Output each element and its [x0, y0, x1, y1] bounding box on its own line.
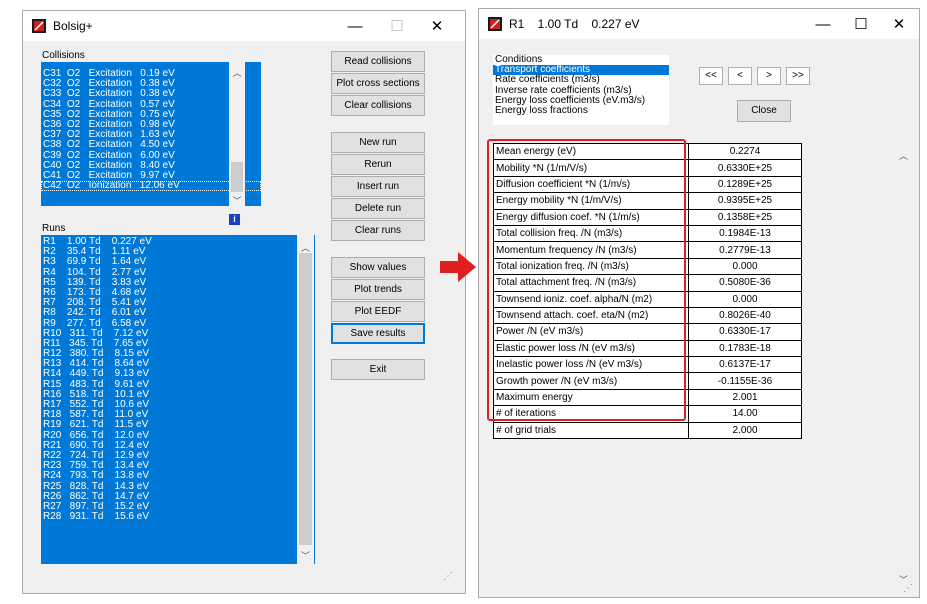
scroll-up-icon[interactable]: ︿	[895, 149, 912, 162]
last-run-button[interactable]: >>	[786, 67, 810, 85]
result-value-cell: 0.1984E-13	[688, 224, 802, 243]
result-value-cell: 0.6137E-17	[688, 356, 802, 374]
highlight-box	[487, 139, 686, 421]
scroll-down-icon[interactable]: ﹀	[229, 194, 245, 207]
title-bar: R1 1.00 Td 0.227 eV — ☐ ✕	[479, 9, 919, 39]
result-value-cell: 2.000	[688, 421, 802, 440]
runs-label: Runs	[42, 223, 66, 234]
exit-button[interactable]: Exit	[331, 359, 425, 380]
window-title: Bolsig+	[53, 19, 93, 33]
next-run-button[interactable]: >	[757, 67, 781, 85]
close-window-button[interactable]: ✕	[423, 14, 451, 38]
resize-grip-icon[interactable]: ⋰	[443, 571, 453, 582]
previous-run-button[interactable]: <	[728, 67, 752, 85]
conditions-list-item[interactable]: Energy loss fractions	[493, 105, 669, 116]
new-run-button[interactable]: New run	[331, 132, 425, 153]
first-run-button[interactable]: <<	[699, 67, 723, 85]
plot-trends-button[interactable]: Plot trends	[331, 279, 425, 300]
result-value-cell: 0.1358E+25	[688, 208, 802, 226]
red-arrow-icon	[440, 252, 476, 282]
result-value-cell: 2.001	[688, 388, 802, 407]
collisions-listbox[interactable]: C31 O2 Excitation 0.19 eV C32 O2 Excitati…	[41, 62, 261, 206]
table-row: # of grid trials 2.000	[493, 421, 802, 440]
read-collisions-button[interactable]: Read collisions	[331, 51, 425, 72]
bolsig-main-window: Bolsig+ — ☐ ✕ Collisions C31 O2 Excitati…	[22, 10, 466, 594]
collision-list-item[interactable]: C38 O2 Excitation 4.50 eV	[41, 140, 261, 150]
collisions-scrollbar[interactable]: ︿ ﹀	[229, 62, 245, 206]
rerun-button[interactable]: Rerun	[331, 154, 425, 175]
bolsig-app-icon	[32, 19, 46, 33]
runs-listbox[interactable]: R1 1.00 Td 0.227 eV R2 35.4 Td 1.11 eV R3 …	[41, 235, 315, 564]
result-value-cell: 14.00	[688, 405, 802, 423]
scroll-up-icon[interactable]: ︿	[229, 66, 245, 79]
resize-grip-icon[interactable]: ⋰	[903, 583, 913, 594]
plot-cross-sections-button[interactable]: Plot cross sections	[331, 73, 425, 94]
save-results-button[interactable]: Save results	[331, 323, 425, 344]
window-title: R1 1.00 Td 0.227 eV	[509, 17, 640, 31]
result-value-cell: 0.1783E-18	[688, 339, 802, 358]
plot-eedf-button[interactable]: Plot EEDF	[331, 301, 425, 322]
result-value-cell: -0.1155E-36	[688, 372, 802, 390]
bolsig-app-icon	[488, 17, 502, 31]
results-scrollbar[interactable]: ︿ ﹀	[895, 141, 912, 593]
maximize-button[interactable]: ☐	[383, 14, 411, 38]
result-value-cell: 0.8026E-40	[688, 306, 802, 325]
show-values-button[interactable]: Show values	[331, 257, 425, 278]
run-list-item[interactable]: R24 793. Td 13.8 eV	[41, 471, 315, 481]
title-bar: Bolsig+ — ☐ ✕	[23, 11, 465, 41]
collisions-label: Collisions	[42, 50, 85, 61]
clear-collisions-button[interactable]: Clear collisions	[331, 95, 425, 116]
run-list-item[interactable]: R28 931. Td 15.6 eV	[41, 511, 315, 522]
scrollbar-thumb[interactable]	[231, 162, 243, 192]
result-value-cell: 0.1289E+25	[688, 175, 802, 194]
runs-scrollbar[interactable]: ︿ ﹀	[297, 235, 314, 564]
result-value-cell: 0.2779E-13	[688, 241, 802, 259]
result-value-cell: 0.2274	[688, 142, 802, 161]
result-value-cell: 0.5080E-36	[688, 274, 802, 292]
insert-run-button[interactable]: Insert run	[331, 176, 425, 197]
result-value-cell: 0.000	[688, 257, 802, 276]
maximize-button[interactable]: ☐	[847, 12, 875, 36]
scrollbar-thumb[interactable]	[299, 253, 312, 545]
close-button[interactable]: Close	[737, 100, 791, 122]
conditions-listbox[interactable]: Conditions Transport coefficients Rate coe…	[493, 54, 669, 125]
scroll-down-icon[interactable]: ﹀	[297, 549, 314, 562]
run-list-item[interactable]: R8 242. Td 6.01 eV	[41, 308, 315, 318]
collision-list-item[interactable]: C42 O2 Ionization 12.06 eV	[41, 180, 261, 192]
minimize-button[interactable]: —	[809, 12, 837, 36]
close-window-button[interactable]: ✕	[885, 12, 913, 36]
clear-runs-button[interactable]: Clear runs	[331, 220, 425, 241]
info-icon[interactable]: i	[229, 214, 240, 225]
minimize-button[interactable]: —	[341, 14, 369, 38]
result-value-cell: 0.000	[688, 290, 802, 308]
result-value-cell: 0.6330E+25	[688, 159, 802, 177]
result-value-cell: 0.9395E+25	[688, 192, 802, 210]
result-value-cell: 0.6330E-17	[688, 323, 802, 341]
result-name-cell: # of grid trials	[493, 421, 689, 440]
delete-run-button[interactable]: Delete run	[331, 198, 425, 219]
